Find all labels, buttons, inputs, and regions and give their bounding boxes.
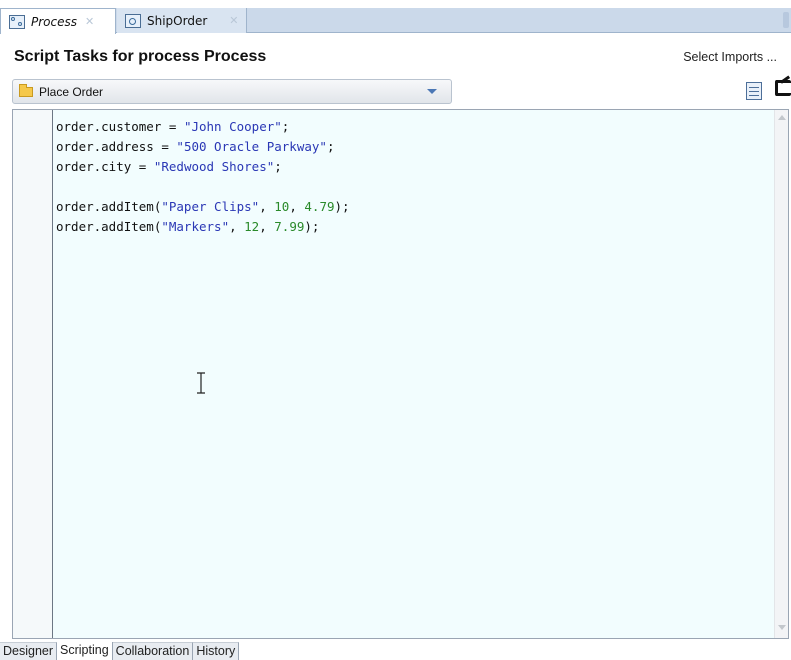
tab-scripting[interactable]: Scripting xyxy=(57,642,113,660)
scroll-down-icon[interactable] xyxy=(778,625,786,630)
page-title: Script Tasks for process Process xyxy=(14,48,267,65)
script-editor[interactable]: order.customer = "John Cooper"; order.add… xyxy=(12,109,789,639)
process-icon xyxy=(9,14,25,29)
service-icon xyxy=(125,13,141,28)
scroll-up-icon[interactable] xyxy=(778,115,786,120)
code-line: order.address = "500 Oracle Parkway"; xyxy=(56,139,335,154)
close-icon[interactable]: ✕ xyxy=(229,14,238,27)
text-cursor-icon xyxy=(197,372,205,394)
tab-collaboration[interactable]: Collaboration xyxy=(112,642,194,660)
tab-shiporder[interactable]: ShipOrder ✕ xyxy=(117,8,247,33)
script-task-selected-value: Place Order xyxy=(39,84,104,99)
tab-process-label: Process xyxy=(31,14,77,29)
script-tasks-header: Script Tasks for process Process Select … xyxy=(0,40,791,74)
tab-history[interactable]: History xyxy=(193,642,240,660)
editor-tab-strip: Process ✕ ShipOrder ✕ xyxy=(0,0,791,40)
code-area[interactable]: order.customer = "John Cooper"; order.add… xyxy=(56,117,350,237)
code-line: order.city = "Redwood Shores"; xyxy=(56,159,282,174)
vertical-scrollbar[interactable] xyxy=(774,110,788,638)
open-external-icon[interactable] xyxy=(775,80,791,96)
select-imports-link[interactable]: Select Imports ... xyxy=(683,50,777,64)
line-gutter xyxy=(13,110,53,638)
tab-process[interactable]: Process ✕ xyxy=(0,8,116,34)
script-task-selector[interactable]: Place Order xyxy=(12,79,452,104)
close-icon[interactable]: ✕ xyxy=(85,15,94,28)
tab-shiporder-label: ShipOrder xyxy=(147,13,208,28)
code-line: order.addItem("Paper Clips", 10, 4.79); xyxy=(56,199,350,214)
view-tabs: Designer Scripting Collaboration History xyxy=(0,642,240,660)
code-line: order.customer = "John Cooper"; xyxy=(56,119,290,134)
folder-icon xyxy=(19,83,33,97)
maximize-handle[interactable] xyxy=(783,12,789,28)
chevron-down-icon[interactable] xyxy=(427,89,437,94)
notes-icon[interactable] xyxy=(746,82,762,100)
tab-designer[interactable]: Designer xyxy=(0,642,58,660)
code-line: order.addItem("Markers", 12, 7.99); xyxy=(56,219,320,234)
tab-bar: Process ✕ ShipOrder ✕ xyxy=(0,8,791,34)
